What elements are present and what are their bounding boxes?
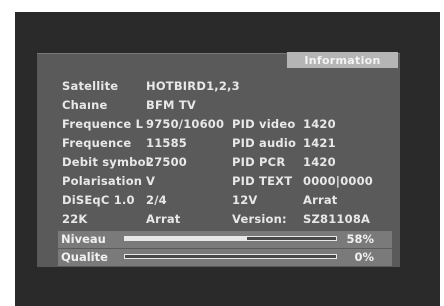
channel-value: BFM TV [146, 98, 197, 112]
frequency-l-label: Frequence L [62, 117, 144, 131]
signal-quality-row: Qualite 0% [58, 249, 392, 266]
pid-pcr-value: 1420 [303, 155, 336, 169]
signal-quality-bar [124, 254, 337, 259]
pid-text-label: PID TEXT [232, 174, 293, 188]
signal-level-fill [125, 237, 248, 240]
channel-label: Chaıne [62, 98, 108, 112]
frequency-value: 11585 [146, 136, 188, 150]
signal-level-bar [124, 236, 337, 241]
signal-quality-label: Qualite [61, 250, 108, 264]
pid-text-value: 0000|0000 [303, 174, 374, 188]
signal-quality-value: 0% [354, 250, 374, 264]
pid-audio-label: PID audio [232, 136, 297, 150]
signal-level-value: 58% [346, 232, 374, 246]
satellite-label: Satellite [62, 79, 119, 93]
version-value: SZ81108A [303, 212, 371, 226]
12v-value: Arrat [303, 193, 338, 207]
pid-video-value: 1420 [303, 117, 336, 131]
signal-level-row: Niveau 58% [58, 231, 392, 248]
pid-video-label: PID video [232, 117, 296, 131]
diseqc-value: 2/4 [146, 193, 167, 207]
polarisation-value: V [146, 174, 156, 188]
pid-audio-value: 1421 [303, 136, 336, 150]
information-header: Information [287, 52, 398, 68]
frequency-label: Frequence [62, 136, 132, 150]
pid-pcr-label: PID PCR [232, 155, 286, 169]
version-label: Version: [232, 212, 287, 226]
12v-label: 12V [232, 193, 258, 207]
satellite-value: HOTBIRD1,2,3 [146, 79, 240, 93]
symbol-rate-label: Debit symbol [62, 155, 150, 169]
symbol-rate-value: 27500 [146, 155, 188, 169]
22k-value: Arrat [146, 212, 181, 226]
diseqc-label: DiSEqC 1.0 [62, 193, 135, 207]
frequency-l-value: 9750/10600 [146, 117, 225, 131]
signal-level-label: Niveau [61, 232, 106, 246]
22k-label: 22K [62, 212, 88, 226]
polarisation-label: Polarisation [62, 174, 143, 188]
